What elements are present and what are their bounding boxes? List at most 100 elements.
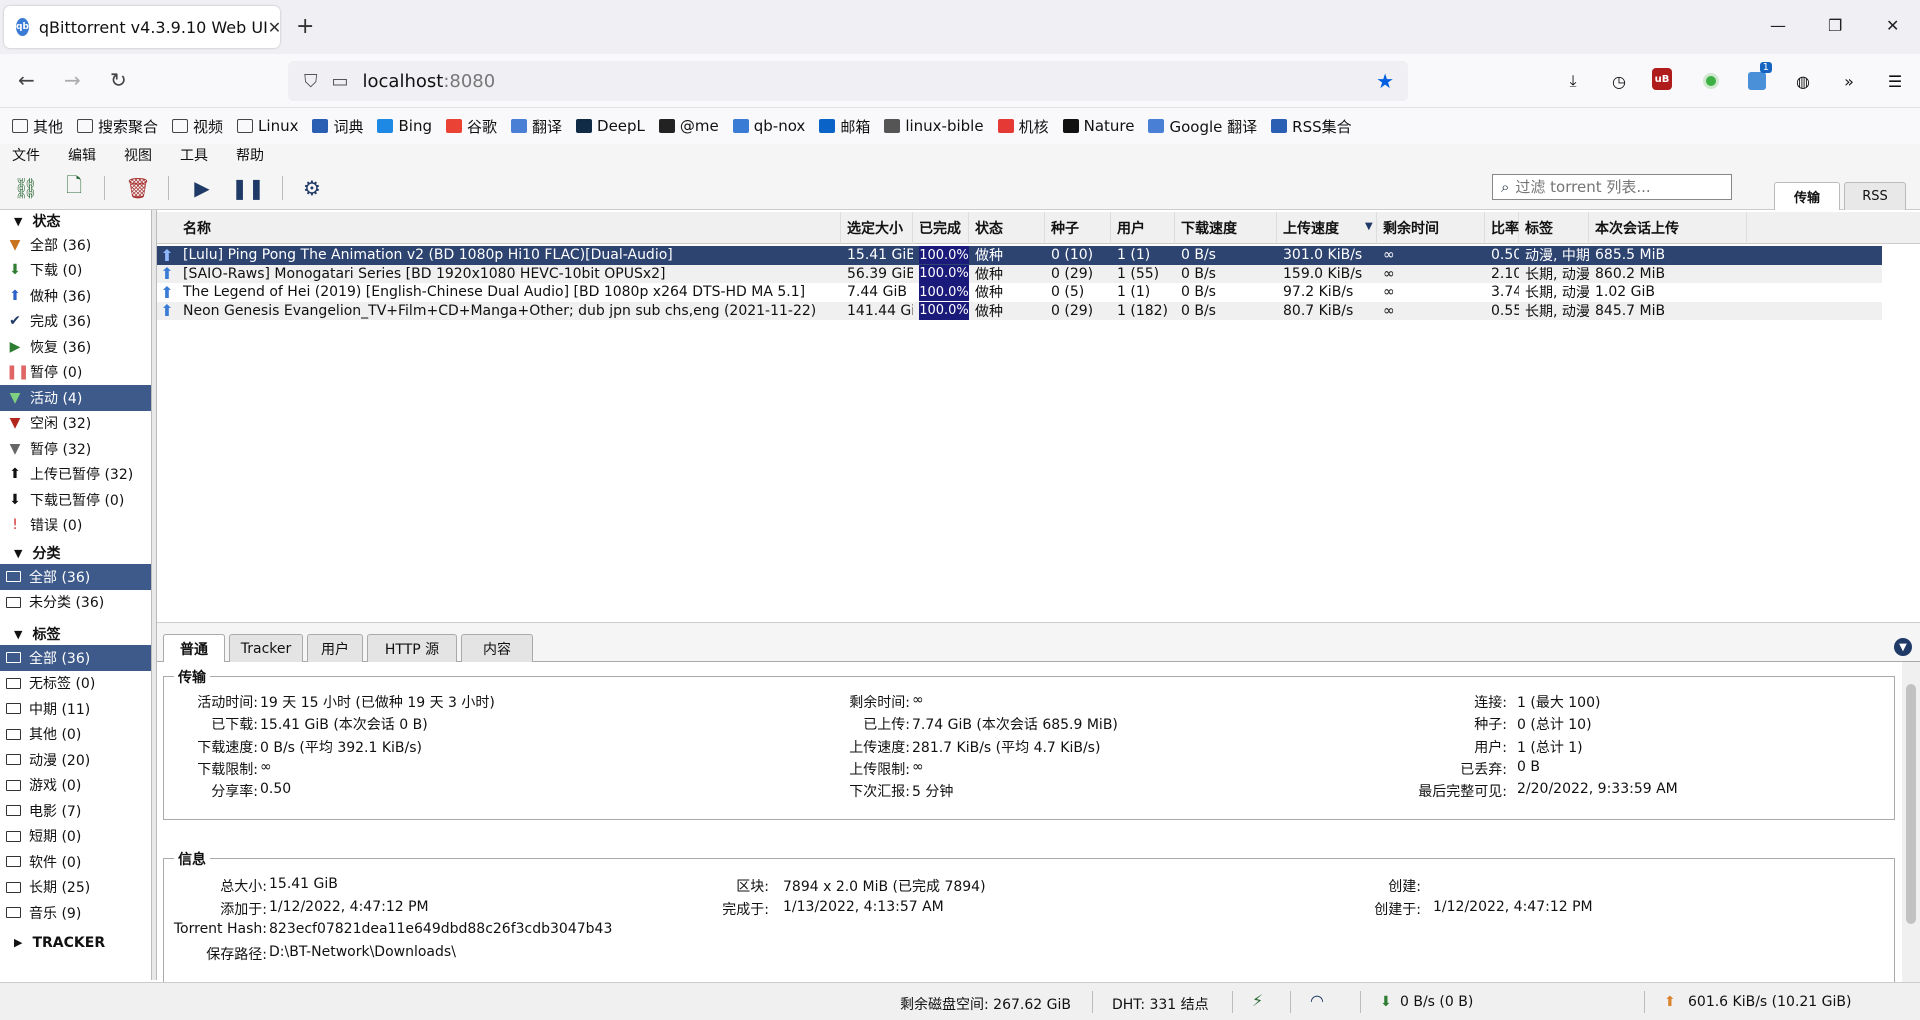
tracking-protection-icon[interactable]: ⛉: [304, 71, 318, 92]
bookmark-item[interactable]: 翻译: [511, 116, 562, 137]
reload-button[interactable]: ↻: [110, 68, 127, 92]
more-tools-icon[interactable]: »: [1836, 68, 1862, 94]
torrent-filter-box[interactable]: ⌕: [1492, 174, 1732, 200]
bookmark-item[interactable]: 词典: [312, 116, 363, 137]
table-row[interactable]: ⬆ Neon Genesis Evangelion_TV+Film+CD+Mang…: [157, 301, 1882, 320]
status-filter-item[interactable]: ▼ 全部 (36): [0, 232, 151, 258]
status-filter-item[interactable]: ⬇ 下载已暂停 (0): [0, 487, 151, 513]
close-window-button[interactable]: ✕: [1886, 16, 1899, 35]
tag-filter-item[interactable]: 游戏 (0): [0, 773, 151, 799]
column-header[interactable]: 用户: [1111, 212, 1175, 244]
status-filter-item[interactable]: ⬇ 下载 (0): [0, 258, 151, 284]
bookmark-item[interactable]: Google 翻译: [1148, 116, 1257, 137]
tag-section-header[interactable]: ▼ 标签: [0, 623, 151, 645]
history-icon[interactable]: ◷: [1606, 68, 1632, 94]
profile-extension-icon[interactable]: ◍: [1790, 68, 1816, 94]
bookmark-item[interactable]: RSS集合: [1271, 116, 1352, 137]
column-header[interactable]: 选定大小: [841, 212, 913, 244]
restore-window-button[interactable]: ❐: [1828, 16, 1842, 35]
status-filter-item[interactable]: ❚❚ 暂停 (0): [0, 360, 151, 386]
detail-tab[interactable]: 用户: [307, 634, 363, 662]
bookmark-item[interactable]: 视频: [172, 116, 223, 137]
menu-item[interactable]: 文件: [12, 145, 40, 165]
column-header[interactable]: 剩余时间: [1377, 212, 1485, 244]
column-header[interactable]: 标签: [1519, 212, 1589, 244]
extension-badge-icon[interactable]: 1: [1744, 62, 1772, 94]
panel-splitter[interactable]: [157, 622, 1920, 630]
new-tab-button[interactable]: +: [296, 14, 314, 39]
detail-tab[interactable]: Tracker: [229, 634, 303, 662]
browser-tab[interactable]: qb qBittorrent v4.3.9.10 Web UI ✕: [4, 6, 281, 48]
tag-filter-item[interactable]: 音乐 (9): [0, 900, 151, 926]
status-section-header[interactable]: ▼ 状态: [0, 210, 151, 232]
tag-filter-item[interactable]: 中期 (11): [0, 696, 151, 722]
table-row[interactable]: ⬆ The Legend of Hei (2019) [English-Chine…: [157, 283, 1882, 302]
settings-gear-icon[interactable]: ⚙: [298, 175, 326, 201]
back-button[interactable]: ←: [18, 68, 35, 92]
column-header[interactable]: 比率: [1485, 212, 1519, 244]
bookmark-item[interactable]: 邮箱: [819, 116, 870, 137]
column-header[interactable]: 名称: [177, 212, 841, 244]
menu-item[interactable]: 视图: [124, 145, 152, 165]
bookmark-item[interactable]: Linux: [237, 117, 298, 135]
add-torrent-link-icon[interactable]: ⛓: [12, 175, 40, 201]
delete-torrent-icon[interactable]: 🗑: [124, 175, 152, 201]
category-filter-item[interactable]: 全部 (36): [0, 564, 151, 590]
page-info-icon[interactable]: ▭: [332, 71, 349, 92]
detail-tab[interactable]: HTTP 源: [367, 634, 457, 662]
detail-tab[interactable]: 内容: [461, 634, 533, 662]
ublock-icon[interactable]: uB: [1652, 68, 1672, 90]
column-header[interactable]: 种子: [1045, 212, 1111, 244]
collapse-panel-icon[interactable]: ▼: [1894, 638, 1912, 656]
tag-filter-item[interactable]: 软件 (0): [0, 849, 151, 875]
bookmark-item[interactable]: Bing: [377, 117, 432, 135]
table-row[interactable]: ⬆ [SAIO-Raws] Monogatari Series [BD 1920x…: [157, 264, 1882, 283]
column-header[interactable]: 下载速度: [1175, 212, 1277, 244]
status-filter-item[interactable]: ▼ 活动 (4): [0, 385, 151, 411]
bookmark-item[interactable]: Nature: [1062, 117, 1134, 135]
tag-filter-item[interactable]: 长期 (25): [0, 875, 151, 901]
status-filter-item[interactable]: ✔ 完成 (36): [0, 309, 151, 335]
menu-hamburger-icon[interactable]: ☰: [1882, 68, 1908, 94]
green-dot-icon[interactable]: [1698, 68, 1724, 94]
bookmark-item[interactable]: @me: [658, 117, 719, 135]
pause-torrent-icon[interactable]: ❚❚: [231, 175, 265, 201]
status-filter-item[interactable]: ▼ 暂停 (32): [0, 436, 151, 462]
tab-rss[interactable]: RSS: [1844, 182, 1906, 210]
tag-filter-item[interactable]: 其他 (0): [0, 722, 151, 748]
column-header[interactable]: 状态: [969, 212, 1045, 244]
detail-tab[interactable]: 普通: [163, 634, 225, 662]
downloads-icon[interactable]: ⤓: [1560, 68, 1586, 94]
tag-filter-item[interactable]: 电影 (7): [0, 798, 151, 824]
bookmark-item[interactable]: DeepL: [576, 117, 645, 135]
tab-transfers[interactable]: 传输: [1774, 182, 1840, 210]
bookmark-star-icon[interactable]: ★: [1376, 69, 1394, 93]
bookmark-item[interactable]: 其他: [12, 116, 63, 137]
menu-item[interactable]: 帮助: [236, 145, 264, 165]
speed-limit-toggle-icon[interactable]: ◠: [1310, 991, 1324, 1010]
bookmark-item[interactable]: 谷歌: [445, 116, 497, 137]
close-tab-icon[interactable]: ✕: [268, 18, 281, 37]
status-filter-item[interactable]: ⬆ 做种 (36): [0, 283, 151, 309]
status-filter-item[interactable]: ▶ 恢复 (36): [0, 334, 151, 360]
category-section-header[interactable]: ▼ 分类: [0, 542, 151, 564]
table-row[interactable]: ⬆ [Lulu] Ping Pong The Animation v2 (BD 1…: [157, 246, 1882, 265]
minimize-window-button[interactable]: —: [1770, 16, 1786, 35]
resume-torrent-icon[interactable]: ▶: [188, 175, 216, 201]
bookmark-item[interactable]: linux-bible: [884, 117, 984, 135]
add-torrent-file-icon[interactable]: 🗋: [60, 173, 88, 201]
column-header[interactable]: 上传速度: [1277, 212, 1377, 244]
tag-filter-item[interactable]: 动漫 (20): [0, 747, 151, 773]
bookmark-item[interactable]: qb-nox: [732, 117, 805, 135]
connection-status-icon[interactable]: ⚡: [1252, 991, 1263, 1010]
category-filter-item[interactable]: 未分类 (36): [0, 590, 151, 616]
forward-button[interactable]: →: [64, 68, 81, 92]
menu-item[interactable]: 编辑: [68, 145, 96, 165]
torrent-filter-input[interactable]: [1515, 178, 1706, 196]
column-header[interactable]: 本次会话上传: [1589, 212, 1747, 244]
status-filter-item[interactable]: ! 错误 (0): [0, 513, 151, 539]
tag-filter-item[interactable]: 短期 (0): [0, 824, 151, 850]
tag-filter-item[interactable]: 无标签 (0): [0, 671, 151, 697]
bookmark-item[interactable]: 机核: [997, 116, 1049, 137]
bookmark-item[interactable]: 搜索聚合: [77, 116, 158, 137]
